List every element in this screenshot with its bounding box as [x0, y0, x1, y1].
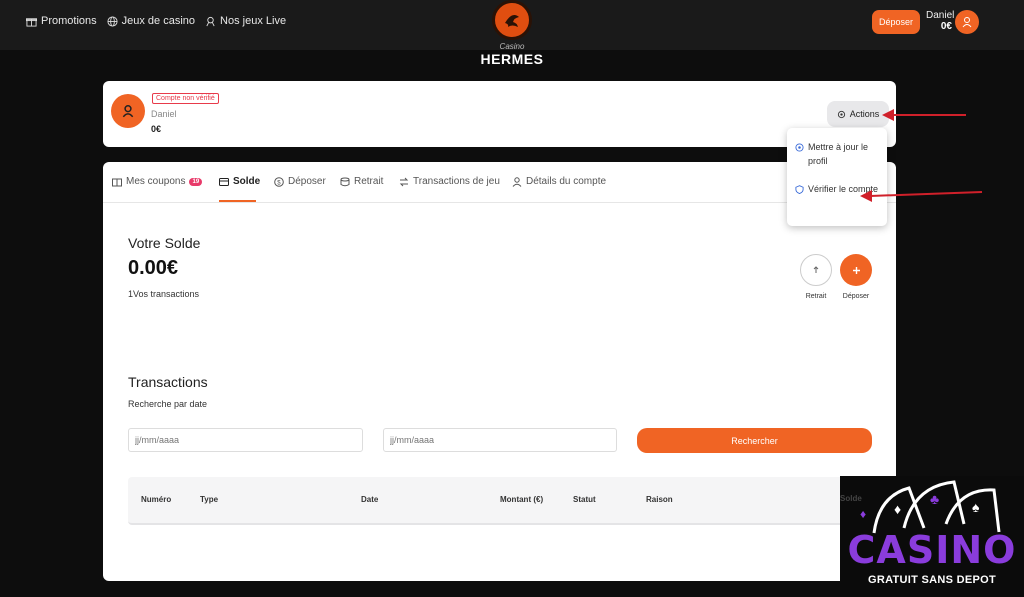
unverified-account-badge: Compte non vérifié: [152, 93, 219, 104]
date-to-input[interactable]: [383, 428, 617, 452]
tab-deposer[interactable]: $ Déposer: [274, 176, 326, 187]
dollar-icon: $: [274, 176, 284, 187]
nav-link-promotions[interactable]: Promotions: [26, 15, 97, 27]
globe-icon: [107, 15, 118, 27]
gear-icon: [837, 110, 845, 118]
settings-icon: [795, 143, 804, 152]
nav-links: Promotions Jeux de casino Nos jeux Live: [26, 15, 286, 27]
actions-dropdown-menu: Mettre à jour le profil Vérifier le comp…: [787, 128, 887, 226]
profile-card: Compte non vérifié Daniel 0€ Actions: [103, 81, 896, 147]
column-header: Statut: [573, 495, 596, 504]
svg-text:$: $: [277, 180, 281, 186]
user-avatar-icon: [122, 104, 134, 118]
profile-name: Daniel: [151, 109, 177, 119]
header-deposit-button[interactable]: Déposer: [872, 10, 920, 34]
transactions-subtitle: Recherche par date: [128, 399, 208, 409]
watermark-title: CASINO: [847, 528, 1017, 572]
plus-icon: [852, 266, 860, 274]
actions-button-label: Actions: [849, 109, 880, 119]
nav-link-label: Jeux de casino: [121, 15, 196, 27]
transactions-title: Transactions: [128, 374, 208, 390]
tab-label: Retrait: [354, 176, 384, 187]
logo-casino-text: Casino: [499, 42, 525, 51]
column-header: Montant (€): [500, 495, 544, 504]
wallet-icon: [219, 177, 229, 186]
svg-text:♠: ♠: [972, 499, 980, 515]
column-header: Raison: [646, 495, 673, 504]
live-dealer-icon: [206, 16, 215, 26]
tab-coupons[interactable]: Mes coupons 19: [112, 176, 203, 187]
coupon-icon: [112, 178, 122, 186]
casino-watermark: Solde ♦ ♣ ♠ ♦ CASINO GRATUIT SANS DEPOT: [840, 476, 1024, 597]
nav-link-label: Promotions: [41, 15, 97, 27]
arrow-up-icon: [813, 266, 819, 273]
search-button[interactable]: Rechercher: [637, 428, 872, 453]
balance-amount: 0.00€: [128, 257, 179, 279]
svg-text:♣: ♣: [930, 491, 939, 507]
column-header: Type: [200, 495, 219, 504]
column-header: Numéro: [141, 495, 172, 504]
date-from-input[interactable]: [128, 428, 363, 452]
deposit-label: Déposer: [842, 293, 870, 300]
coupon-count-badge: 19: [189, 177, 203, 186]
exchange-icon: [399, 177, 409, 186]
tab-retrait[interactable]: Retrait: [340, 176, 383, 187]
withdraw-label: Retrait: [805, 293, 827, 300]
nav-link-casino-games[interactable]: Jeux de casino: [107, 15, 195, 27]
annotation-arrow-actions: [882, 109, 966, 121]
tab-transactions-jeu[interactable]: Transactions de jeu: [399, 176, 500, 187]
profile-balance: 0€: [151, 124, 162, 134]
gift-icon: [26, 17, 37, 27]
nav-link-live-games[interactable]: Nos jeux Live: [205, 15, 286, 27]
shield-icon: [795, 185, 804, 194]
hermes-emblem-icon: [492, 0, 532, 40]
tab-label: Déposer: [288, 176, 326, 187]
account-tabs: Mes coupons 19 Solde $ Déposer Retrait T…: [103, 162, 896, 203]
watermark-subtitle: GRATUIT SANS DEPOT: [867, 574, 997, 586]
balance-title: Votre Solde: [128, 235, 201, 251]
svg-text:♦: ♦: [894, 501, 901, 517]
menu-item-label: Mettre à jour le profil: [808, 142, 869, 166]
nav-link-label: Nos jeux Live: [220, 15, 287, 27]
withdraw-button[interactable]: [800, 254, 832, 286]
tab-label: Détails du compte: [526, 176, 607, 187]
user-avatar-icon: [962, 17, 972, 28]
casino-logo[interactable]: Casino HERMES: [476, 0, 548, 70]
header-user-info[interactable]: Daniel 0€: [926, 10, 955, 32]
header-user-name: Daniel: [926, 10, 955, 21]
tab-label: Mes coupons: [126, 176, 186, 187]
svg-text:♦: ♦: [860, 507, 866, 521]
tab-label: Solde: [233, 176, 261, 187]
account-main-card: Mes coupons 19 Solde $ Déposer Retrait T…: [103, 162, 896, 581]
tab-solde[interactable]: Solde: [219, 176, 260, 187]
profile-avatar: [111, 94, 145, 128]
logo-brand-name: HERMES: [480, 51, 544, 67]
tab-label: Transactions de jeu: [413, 176, 500, 187]
annotation-arrow-verify: [860, 190, 983, 202]
deposit-button[interactable]: [840, 254, 872, 286]
header-avatar[interactable]: [955, 10, 979, 34]
coins-icon: [340, 177, 350, 186]
column-header: Date: [361, 495, 379, 504]
menu-item-update-profile[interactable]: Mettre à jour le profil: [795, 140, 879, 168]
transactions-table-header: Numéro Type Date Montant (€) Statut Rais…: [128, 477, 872, 525]
active-tab-indicator: [219, 200, 256, 202]
user-icon: [512, 176, 522, 187]
balance-subtitle: 1Vos transactions: [128, 289, 200, 299]
top-nav-bar: Promotions Jeux de casino Nos jeux Live …: [0, 0, 1024, 67]
tab-details-compte[interactable]: Détails du compte: [512, 176, 606, 187]
header-user-balance: 0€: [940, 21, 952, 32]
